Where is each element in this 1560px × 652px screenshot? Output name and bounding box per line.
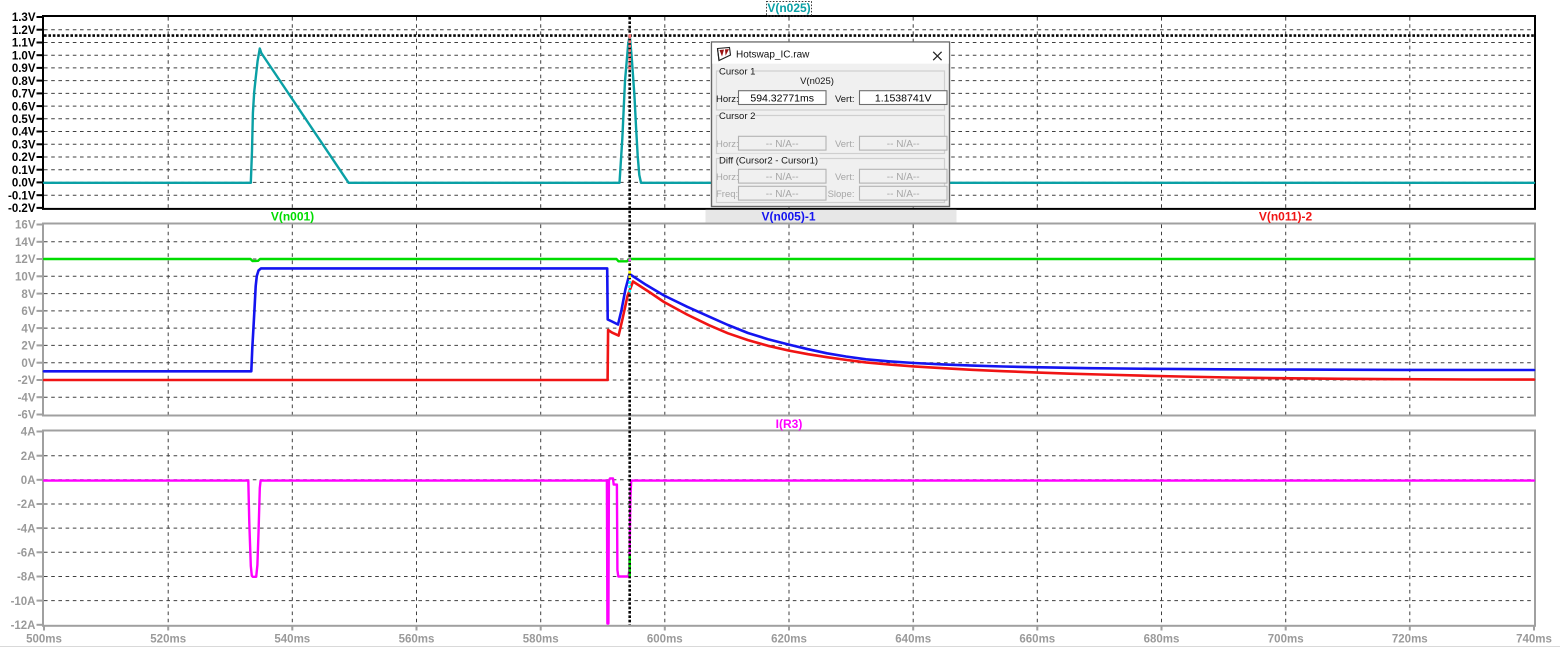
svg-text:-2A: -2A (17, 499, 36, 511)
svg-text:0.1V: 0.1V (12, 165, 36, 177)
svg-text:1.2V: 1.2V (12, 25, 36, 37)
svg-text:Cursor 1: Cursor 1 (719, 67, 755, 78)
svg-text:Diff (Cursor2 - Cursor1): Diff (Cursor2 - Cursor1) (719, 156, 818, 167)
svg-text:0.7V: 0.7V (12, 89, 36, 101)
svg-text:-- N/A--: -- N/A-- (887, 189, 920, 200)
svg-text:520ms: 520ms (150, 634, 186, 646)
svg-text:4A: 4A (21, 427, 36, 439)
svg-text:-- N/A--: -- N/A-- (766, 172, 799, 183)
svg-text:-- N/A--: -- N/A-- (887, 139, 920, 150)
svg-text:-6A: -6A (17, 548, 36, 560)
svg-text:14V: 14V (15, 237, 36, 249)
svg-text:1.3V: 1.3V (12, 12, 36, 24)
svg-text:-0.1V: -0.1V (8, 190, 36, 202)
svg-text:700ms: 700ms (1268, 634, 1304, 646)
svg-text:0.0V: 0.0V (12, 178, 36, 190)
svg-text:Freq:: Freq: (716, 189, 738, 200)
svg-text:620ms: 620ms (771, 634, 807, 646)
svg-text:660ms: 660ms (1019, 634, 1055, 646)
svg-text:Vert:: Vert: (835, 139, 855, 150)
svg-text:594.32771ms: 594.32771ms (750, 93, 814, 105)
svg-text:12V: 12V (15, 254, 36, 266)
svg-text:-12A: -12A (11, 620, 36, 632)
svg-text:500ms: 500ms (26, 634, 62, 646)
svg-text:0.2V: 0.2V (12, 152, 36, 164)
svg-text:2V: 2V (21, 341, 35, 353)
svg-text:-8A: -8A (17, 572, 36, 584)
svg-text:2A: 2A (21, 451, 36, 463)
svg-text:4V: 4V (21, 323, 35, 335)
svg-text:0V: 0V (21, 358, 35, 370)
svg-text:600ms: 600ms (647, 634, 683, 646)
svg-text:540ms: 540ms (274, 634, 310, 646)
svg-text:0.5V: 0.5V (12, 114, 36, 126)
svg-text:740ms: 740ms (1516, 634, 1552, 646)
svg-text:0.6V: 0.6V (12, 101, 36, 113)
svg-text:Slope:: Slope: (828, 189, 855, 200)
svg-text:720ms: 720ms (1392, 634, 1428, 646)
svg-text:-- N/A--: -- N/A-- (766, 139, 799, 150)
svg-text:640ms: 640ms (895, 634, 931, 646)
svg-text:V(n001): V(n001) (271, 210, 314, 224)
svg-text:I(R3): I(R3) (776, 417, 803, 431)
svg-text:560ms: 560ms (399, 634, 435, 646)
svg-text:680ms: 680ms (1144, 634, 1180, 646)
svg-text:8V: 8V (21, 289, 35, 301)
svg-text:0.3V: 0.3V (12, 140, 36, 152)
svg-text:V(n011)-2: V(n011)-2 (1259, 210, 1313, 224)
svg-text:-- N/A--: -- N/A-- (887, 172, 920, 183)
svg-text:Vert:: Vert: (835, 172, 855, 183)
svg-text:-6V: -6V (18, 410, 36, 422)
svg-text:0.8V: 0.8V (12, 76, 36, 88)
svg-text:V(n025): V(n025) (767, 1, 810, 15)
svg-text:1.0V: 1.0V (12, 50, 36, 62)
svg-text:-2V: -2V (18, 375, 36, 387)
svg-text:1.1538741V: 1.1538741V (875, 93, 932, 105)
svg-text:10V: 10V (15, 272, 36, 284)
svg-text:Hotswap_IC.raw: Hotswap_IC.raw (736, 50, 810, 61)
svg-text:V(n025): V(n025) (800, 76, 834, 87)
svg-text:580ms: 580ms (523, 634, 559, 646)
svg-text:Cursor 2: Cursor 2 (719, 111, 755, 122)
svg-text:Vert:: Vert: (835, 94, 855, 105)
svg-text:Horz:: Horz: (716, 94, 739, 105)
svg-text:-10A: -10A (11, 596, 36, 608)
svg-text:V(n005)-1: V(n005)-1 (761, 210, 815, 224)
svg-text:-4A: -4A (17, 523, 36, 535)
svg-text:16V: 16V (15, 220, 36, 232)
svg-text:-0.2V: -0.2V (8, 203, 36, 215)
svg-text:0A: 0A (21, 475, 36, 487)
svg-text:Horz:: Horz: (716, 172, 739, 183)
svg-text:6V: 6V (21, 306, 35, 318)
svg-text:-- N/A--: -- N/A-- (766, 189, 799, 200)
svg-text:-4V: -4V (18, 392, 36, 404)
svg-text:0.9V: 0.9V (12, 63, 36, 75)
svg-text:0.4V: 0.4V (12, 127, 36, 139)
svg-text:Horz:: Horz: (716, 139, 739, 150)
svg-text:1.1V: 1.1V (12, 38, 36, 50)
